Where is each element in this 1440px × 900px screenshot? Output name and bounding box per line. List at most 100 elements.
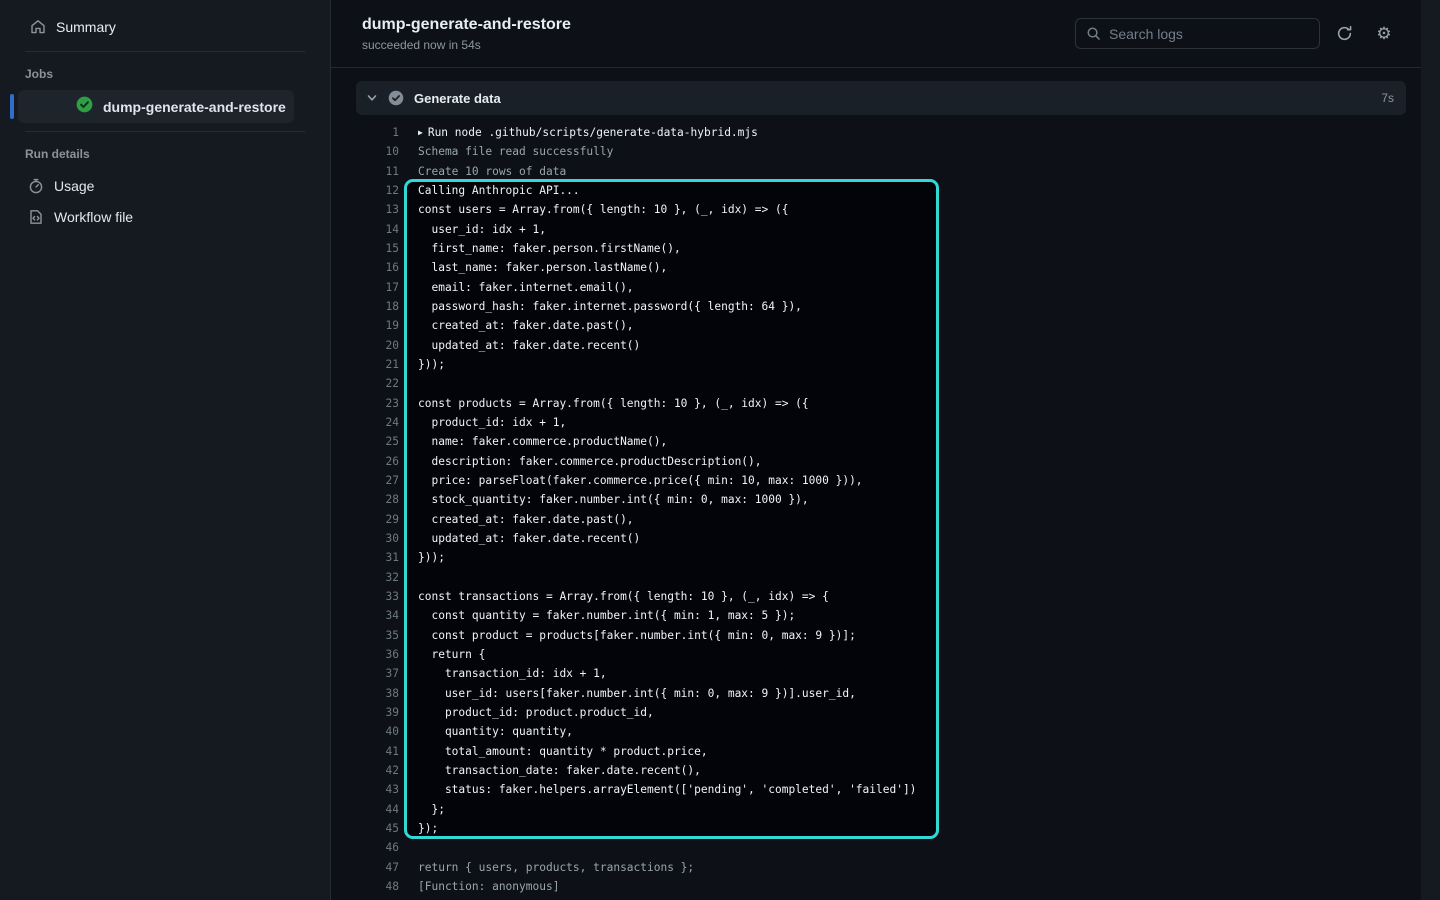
log-line-number[interactable]: 11 <box>331 165 399 178</box>
log-line-number[interactable]: 29 <box>331 513 399 526</box>
sidebar-workflow-file-label: Workflow file <box>54 209 133 225</box>
log-line: 17 ▶ email: faker.internet.email(), <box>331 278 1421 297</box>
log-line-number[interactable]: 39 <box>331 706 399 719</box>
job-header: dump-generate-and-restore succeeded now … <box>331 0 1421 68</box>
search-icon <box>1086 26 1101 41</box>
log-line-text: }; <box>418 803 445 816</box>
jobs-section-label: Jobs <box>25 67 330 81</box>
sidebar-usage-label: Usage <box>54 178 94 194</box>
log-line-number[interactable]: 15 <box>331 242 399 255</box>
log-line-number[interactable]: 27 <box>331 474 399 487</box>
sidebar-divider <box>25 131 305 132</box>
log-line-text: name: faker.commerce.productName(), <box>418 435 667 448</box>
log-line-text: user_id: idx + 1, <box>418 223 546 236</box>
sidebar-item-job-dump-generate-and-restore[interactable]: dump-generate-and-restore <box>18 90 294 123</box>
log-line-number[interactable]: 25 <box>331 435 399 448</box>
job-title-block: dump-generate-and-restore succeeded now … <box>362 15 571 52</box>
log-line-text: updated_at: faker.date.recent() <box>418 339 640 352</box>
log-line-number[interactable]: 41 <box>331 745 399 758</box>
header-controls: ⚙ <box>1075 18 1398 49</box>
log-line-number[interactable]: 14 <box>331 223 399 236</box>
log-line-text: [Function: anonymous] <box>418 880 559 893</box>
log-line-number[interactable]: 18 <box>331 300 399 313</box>
log-line: 26 ▶ description: faker.commerce.product… <box>331 452 1421 471</box>
log-line-text: const product = products[faker.number.in… <box>418 629 856 642</box>
run-details-section-label: Run details <box>25 147 330 161</box>
log-line-number[interactable]: 33 <box>331 590 399 603</box>
log-line: 14 ▶ user_id: idx + 1, <box>331 220 1421 239</box>
log-line: 48 ▶[Function: anonymous] <box>331 877 1421 896</box>
log-line-number[interactable]: 38 <box>331 687 399 700</box>
log-line-number[interactable]: 22 <box>331 377 399 390</box>
log-line-text: description: faker.commerce.productDescr… <box>418 455 762 468</box>
sidebar-job-label: dump-generate-and-restore <box>103 99 286 115</box>
log-line-number[interactable]: 12 <box>331 184 399 197</box>
log-line-text: password_hash: faker.internet.password({… <box>418 300 802 313</box>
log-line: 46 ▶ <box>331 838 1421 857</box>
sidebar-item-summary[interactable]: Summary <box>0 13 330 41</box>
search-logs-input[interactable] <box>1109 26 1309 42</box>
log-line-number[interactable]: 16 <box>331 261 399 274</box>
log-line-text: total_amount: quantity * product.price, <box>418 745 708 758</box>
log-line-number[interactable]: 40 <box>331 725 399 738</box>
log-line-text: status: faker.helpers.arrayElement(['pen… <box>418 783 916 796</box>
log-line-number[interactable]: 36 <box>331 648 399 661</box>
log-line-number[interactable]: 20 <box>331 339 399 352</box>
log-line-text: return { <box>418 648 485 661</box>
log-line: 28 ▶ stock_quantity: faker.number.int({ … <box>331 490 1421 509</box>
log-line-number[interactable]: 28 <box>331 493 399 506</box>
sidebar: Summary Jobs dump-generate-and-restore R… <box>0 0 331 900</box>
log-line-number[interactable]: 43 <box>331 783 399 796</box>
log-line-number[interactable]: 26 <box>331 455 399 468</box>
chevron-down-icon[interactable] <box>366 92 378 104</box>
refresh-logs-button[interactable] <box>1330 20 1358 48</box>
settings-gear-icon[interactable]: ⚙ <box>1370 20 1398 48</box>
step-header-generate-data[interactable]: Generate data 7s <box>356 81 1406 115</box>
log-line-number[interactable]: 10 <box>331 145 399 158</box>
log-line-number[interactable]: 34 <box>331 609 399 622</box>
page-scrollbar-track[interactable] <box>1421 0 1440 900</box>
log-viewer: 1 ▶Run node .github/scripts/generate-dat… <box>331 115 1421 900</box>
log-line: 29 ▶ created_at: faker.date.past(), <box>331 510 1421 529</box>
log-line-number[interactable]: 31 <box>331 551 399 564</box>
log-line-text: created_at: faker.date.past(), <box>418 513 634 526</box>
log-line-number[interactable]: 17 <box>331 281 399 294</box>
log-line-number[interactable]: 32 <box>331 571 399 584</box>
log-line: 43 ▶ status: faker.helpers.arrayElement(… <box>331 780 1421 799</box>
log-line: 37 ▶ transaction_id: idx + 1, <box>331 664 1421 683</box>
log-line-text: Calling Anthropic API... <box>418 184 580 197</box>
log-line-number[interactable]: 19 <box>331 319 399 332</box>
log-line-number[interactable]: 30 <box>331 532 399 545</box>
log-line-text: Create 10 rows of data <box>418 165 566 178</box>
search-logs-box <box>1075 18 1320 49</box>
log-line-text: const quantity = faker.number.int({ min:… <box>418 609 795 622</box>
log-line-text: })); <box>418 358 445 371</box>
log-line-number[interactable]: 24 <box>331 416 399 429</box>
log-line-number[interactable]: 48 <box>331 880 399 893</box>
log-line-number[interactable]: 21 <box>331 358 399 371</box>
log-line-number[interactable]: 45 <box>331 822 399 835</box>
sidebar-item-workflow-file[interactable]: Workflow file <box>0 201 330 232</box>
log-line-number[interactable]: 35 <box>331 629 399 642</box>
log-line-text: return { users, products, transactions }… <box>418 861 694 874</box>
log-line-text: quantity: quantity, <box>418 725 573 738</box>
log-line-number[interactable]: 23 <box>331 397 399 410</box>
log-line-number[interactable]: 37 <box>331 667 399 680</box>
log-line: 34 ▶ const quantity = faker.number.int({… <box>331 606 1421 625</box>
log-line: 12 ▶Calling Anthropic API... <box>331 181 1421 200</box>
log-line: 49 ▶INSERT INTO public.users (user_id, f… <box>331 896 1421 900</box>
log-line-number[interactable]: 13 <box>331 203 399 216</box>
sidebar-item-usage[interactable]: Usage <box>0 170 330 201</box>
log-line-text: })); <box>418 551 445 564</box>
log-line-number[interactable]: 42 <box>331 764 399 777</box>
log-line-number[interactable]: 47 <box>331 861 399 874</box>
log-line: 31 ▶})); <box>331 548 1421 567</box>
log-line-number[interactable]: 44 <box>331 803 399 816</box>
log-line: 11 ▶Create 10 rows of data <box>331 162 1421 181</box>
log-line-number[interactable]: 1 <box>331 126 399 139</box>
log-line: 38 ▶ user_id: users[faker.number.int({ m… <box>331 684 1421 703</box>
log-line-text: price: parseFloat(faker.commerce.price({… <box>418 474 863 487</box>
log-line: 23 ▶const products = Array.from({ length… <box>331 394 1421 413</box>
log-line-number[interactable]: 46 <box>331 841 399 854</box>
log-line: 13 ▶const users = Array.from({ length: 1… <box>331 200 1421 219</box>
